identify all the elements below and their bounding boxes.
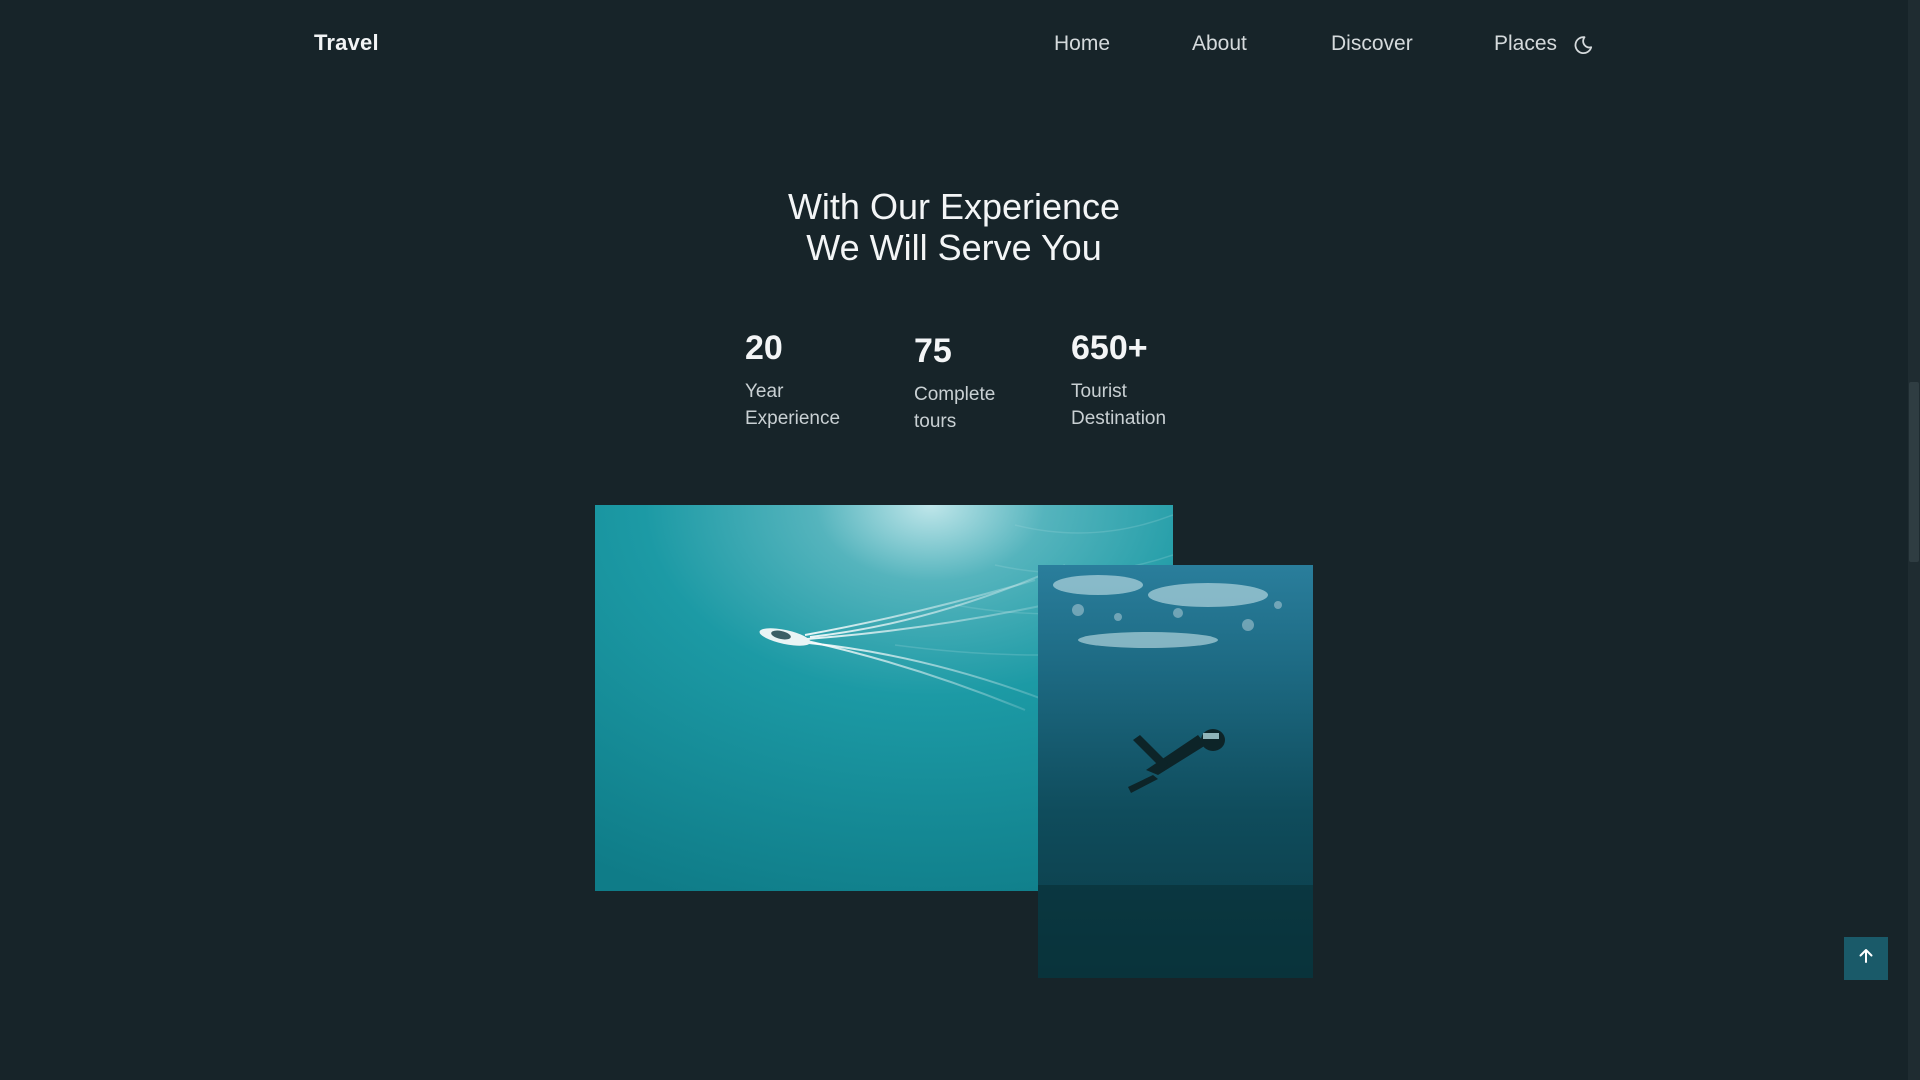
- stat-value: 20: [745, 329, 783, 367]
- moon-icon[interactable]: [1572, 34, 1594, 56]
- section-title: With Our Experience We Will Serve You: [660, 186, 1248, 268]
- navbar: Travel Home About Discover Places: [0, 0, 1908, 92]
- section-title-line1: With Our Experience: [787, 186, 1121, 227]
- section-title-line2: We Will Serve You: [806, 227, 1102, 268]
- stat-label: Tourist Destination: [1071, 381, 1167, 429]
- stat-label: Complete tours: [914, 384, 996, 432]
- stat-value: 650+: [1071, 329, 1148, 367]
- scroll-up-button[interactable]: [1844, 937, 1888, 980]
- scrollbar-thumb[interactable]: [1909, 382, 1919, 562]
- stat-years: 20 Year Experience: [745, 328, 840, 432]
- stat-tours: 75 Complete tours: [914, 331, 995, 435]
- nav-link-home[interactable]: Home: [1054, 32, 1110, 56]
- stat-value: 75: [914, 332, 952, 370]
- nav-link-discover[interactable]: Discover: [1331, 32, 1413, 56]
- diver-underwater-image: [1038, 565, 1313, 978]
- arrow-up-icon: [1857, 947, 1875, 970]
- page: Travel Home About Discover Places With O…: [0, 0, 1920, 1080]
- nav-link-about[interactable]: About: [1192, 32, 1247, 56]
- stat-destinations: 650+ Tourist Destination: [1071, 328, 1166, 432]
- nav-link-places[interactable]: Places: [1494, 32, 1557, 56]
- logo-link[interactable]: Travel: [314, 30, 379, 56]
- stat-label: Year Experience: [745, 381, 841, 429]
